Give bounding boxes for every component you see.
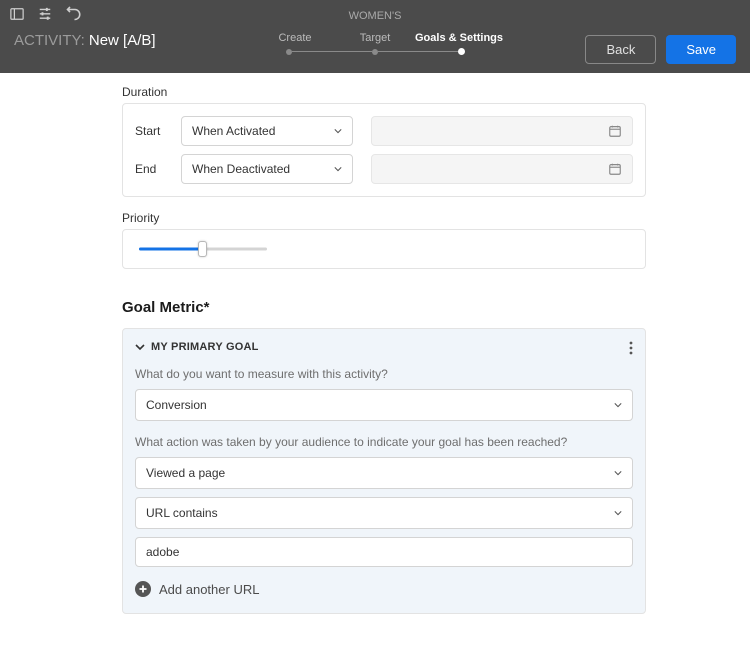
save-button[interactable]: Save xyxy=(666,35,736,64)
panel-icon[interactable] xyxy=(10,7,24,21)
start-label: Start xyxy=(135,124,173,138)
action-select[interactable]: Viewed a page xyxy=(135,457,633,489)
goal-metric-title: Goal Metric* xyxy=(122,299,646,316)
chevron-down-icon xyxy=(334,127,342,135)
slider-thumb[interactable] xyxy=(198,241,207,257)
chevron-down-icon[interactable] xyxy=(135,342,145,352)
back-button[interactable]: Back xyxy=(585,35,656,64)
primary-goal-label: MY PRIMARY GOAL xyxy=(151,341,259,353)
settings-sliders-icon[interactable] xyxy=(38,7,52,21)
priority-slider[interactable] xyxy=(139,243,267,255)
breadcrumb: WOMEN'S xyxy=(349,10,402,22)
end-select[interactable]: When Deactivated xyxy=(181,154,353,184)
add-url-button[interactable]: Add another URL xyxy=(135,581,633,597)
chevron-down-icon xyxy=(614,509,622,517)
end-label: End xyxy=(135,162,173,176)
calendar-icon xyxy=(608,124,622,138)
step-create[interactable]: Create xyxy=(255,32,335,44)
question-measure: What do you want to measure with this ac… xyxy=(135,367,633,381)
plus-circle-icon xyxy=(135,581,151,597)
primary-goal-card: MY PRIMARY GOAL What do you want to meas… xyxy=(122,328,646,614)
start-select[interactable]: When Activated xyxy=(181,116,353,146)
step-target[interactable]: Target xyxy=(335,32,415,44)
url-input[interactable] xyxy=(135,537,633,567)
end-date-input[interactable] xyxy=(371,154,633,184)
stepper: Create Target Goals & Settings xyxy=(255,32,495,55)
start-date-input[interactable] xyxy=(371,116,633,146)
duration-title: Duration xyxy=(122,85,646,99)
step-dot-active xyxy=(458,48,465,55)
undo-icon[interactable] xyxy=(66,6,82,22)
chevron-down-icon xyxy=(614,469,622,477)
match-select[interactable]: URL contains xyxy=(135,497,633,529)
chevron-down-icon xyxy=(334,165,342,173)
question-action: What action was taken by your audience t… xyxy=(135,435,633,449)
priority-card xyxy=(122,229,646,269)
activity-label: ACTIVITY: xyxy=(14,32,85,49)
measure-select[interactable]: Conversion xyxy=(135,389,633,421)
more-icon[interactable] xyxy=(629,341,633,358)
calendar-icon xyxy=(608,162,622,176)
activity-name[interactable]: New [A/B] xyxy=(89,32,156,49)
step-goals-settings[interactable]: Goals & Settings xyxy=(415,32,495,44)
priority-title: Priority xyxy=(122,211,646,225)
duration-card: Start When Activated End When Deactivate… xyxy=(122,103,646,197)
chevron-down-icon xyxy=(614,401,622,409)
